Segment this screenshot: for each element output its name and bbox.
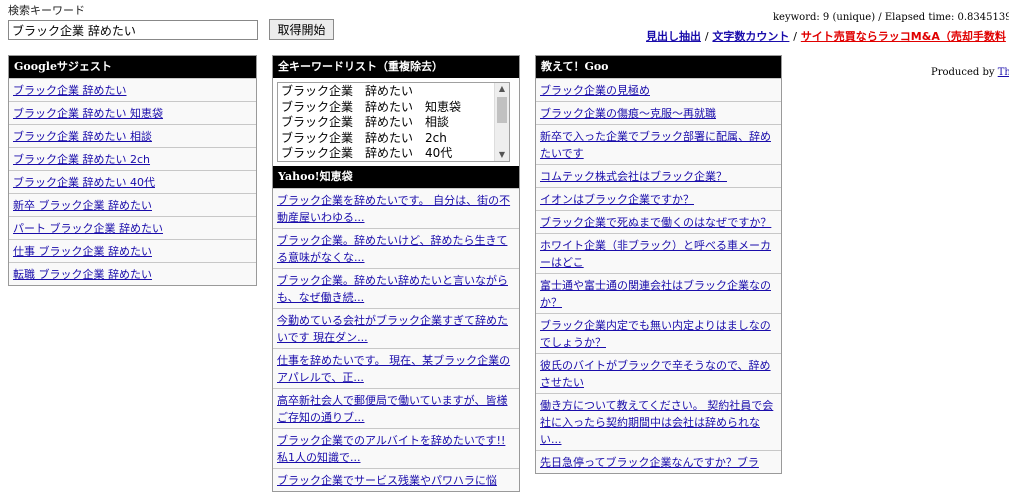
keyword-line: ブラック企業 辞めたい 40代 bbox=[281, 146, 453, 160]
result-link[interactable]: 先日急停ってブラック企業なんですか？ブラ bbox=[540, 456, 759, 469]
tool-links: 見出し抽出 / 文字数カウント / サイト売買ならラッコM&A（売却手数料 bbox=[646, 28, 1006, 44]
result-link[interactable]: ブラック企業で死ぬまで働くのはなぜですか？ bbox=[540, 216, 771, 229]
keyword-line: ブラック企業 辞めたい 2ch bbox=[281, 130, 447, 145]
result-link[interactable]: ブラック企業 辞めたい 2ch bbox=[13, 153, 150, 166]
list-item: 先日急停ってブラック企業なんですか？ブラ bbox=[536, 450, 781, 473]
scroll-thumb[interactable] bbox=[497, 97, 507, 123]
producer-link[interactable]: Thi bbox=[998, 67, 1009, 78]
elapsed-stats: keyword: 9 (unique) / Elapsed time: 0.83… bbox=[773, 12, 1009, 23]
rakko-ma-link[interactable]: サイト売買ならラッコM&A（売却手数料 bbox=[801, 30, 1006, 43]
list-item: ブラック企業を辞めたいです。 自分は、街の不動産屋いわゆる... bbox=[273, 188, 519, 228]
result-link[interactable]: イオンはブラック企業ですか？ bbox=[540, 193, 694, 206]
result-link[interactable]: 転職 ブラック企業 辞めたい bbox=[13, 268, 152, 281]
list-item: ブラック企業で死ぬまで働くのはなぜですか？ bbox=[536, 210, 781, 233]
result-link[interactable]: ブラック企業を辞めたいです。 自分は、街の不動産屋いわゆる... bbox=[277, 194, 510, 224]
list-item: ブラック企業内定でも無い内定よりはましなのでしょうか？ bbox=[536, 313, 781, 353]
list-item: ブラック企業 辞めたい 40代 bbox=[9, 170, 256, 193]
list-item: 高卒新社会人で郵便局で働いていますが、皆様ご存知の通りブ... bbox=[273, 388, 519, 428]
result-link[interactable]: ブラック企業 辞めたい 40代 bbox=[13, 176, 155, 189]
result-link[interactable]: ブラック企業 辞めたい 知恵袋 bbox=[13, 107, 163, 120]
google-suggest-panel: Googleサジェスト ブラック企業 辞めたいブラック企業 辞めたい 知恵袋 ブラ… bbox=[8, 55, 257, 286]
result-link[interactable]: コムテック株式会社はブラック企業？ bbox=[540, 170, 727, 183]
result-link[interactable]: 仕事を辞めたいです。 現在、某ブラック企業のアパレルで、正... bbox=[277, 354, 510, 384]
list-item: 働き方について教えてください。 契約社員で会社に入ったら契約期間中は会社は辞めら… bbox=[536, 393, 781, 450]
list-item: 仕事を辞めたいです。 現在、某ブラック企業のアパレルで、正... bbox=[273, 348, 519, 388]
panel-title: Googleサジェスト bbox=[9, 56, 256, 78]
charcount-link[interactable]: 文字数カウント bbox=[712, 30, 789, 43]
list-item: ブラック企業。辞めたい辞めたいと言いながらも、なぜ働き続... bbox=[273, 268, 519, 308]
result-link[interactable]: パート ブラック企業 辞めたい bbox=[13, 222, 163, 235]
keyword-line: ブラック企業 辞めたい 相談 bbox=[281, 115, 450, 129]
result-link[interactable]: ブラック企業の傷痕〜克服〜再就職 bbox=[540, 107, 716, 120]
scroll-down-icon[interactable]: ▼ bbox=[495, 149, 509, 161]
result-link[interactable]: 今勤めている会社がブラック企業すぎて辞めたいです 現在ダン... bbox=[277, 314, 508, 344]
result-link[interactable]: ブラック企業でのアルバイトを辞めたいです!! 私1人の知識で... bbox=[277, 434, 505, 464]
produced-by-label: Produced by bbox=[931, 67, 998, 78]
scroll-up-icon[interactable]: ▲ bbox=[495, 83, 509, 95]
keyword-textarea[interactable]: ブラック企業 辞めたい ブラック企業 辞めたい 知恵袋 ブラック企業 辞めたい 相談… bbox=[277, 82, 510, 162]
list-item: パート ブラック企業 辞めたい bbox=[9, 216, 256, 239]
panel-title: 教えて！Goo bbox=[536, 56, 781, 78]
keyword-line: ブラック企業 辞めたい bbox=[281, 84, 414, 98]
result-link[interactable]: 働き方について教えてください。 契約社員で会社に入ったら契約期間中は会社は辞めら… bbox=[540, 399, 773, 446]
produced-by: Produced by Thi bbox=[931, 67, 1009, 78]
result-link[interactable]: ブラック企業 辞めたい 相談 bbox=[13, 130, 152, 143]
result-link[interactable]: ブラック企業 辞めたい bbox=[13, 84, 127, 97]
link-separator: / bbox=[704, 30, 709, 43]
result-link[interactable]: ブラック企業でサービス残業やパワハラに悩 bbox=[277, 474, 497, 487]
result-link[interactable]: 富士通や富士通の関連会社はブラック企業なのか？ bbox=[540, 279, 771, 309]
goo-panel: 教えて！Goo ブラック企業の見極めブラック企業の傷痕〜克服〜再就職新卒で入った… bbox=[535, 55, 782, 474]
result-link[interactable]: ブラック企業。辞めたいけど、辞めたら生きてる意味がなくな... bbox=[277, 234, 507, 264]
list-item: ブラック企業 辞めたい 知恵袋 bbox=[9, 101, 256, 124]
search-input[interactable] bbox=[8, 20, 258, 40]
panel-title: Yahoo!知恵袋 bbox=[273, 166, 519, 188]
link-separator: / bbox=[793, 30, 797, 43]
list-item: 新卒で入った企業でブラック部署に配属、辞めたいです bbox=[536, 124, 781, 164]
search-label: 検索キーワード bbox=[8, 4, 85, 17]
list-item: ブラック企業 辞めたい bbox=[9, 78, 256, 101]
list-item: 彼氏のバイトがブラックで辛そうなので、辞めさせたい bbox=[536, 353, 781, 393]
result-link[interactable]: 新卒 ブラック企業 辞めたい bbox=[13, 199, 152, 212]
result-link[interactable]: ブラック企業の見極め bbox=[540, 84, 650, 97]
result-link[interactable]: 新卒で入った企業でブラック部署に配属、辞めたいです bbox=[540, 130, 771, 160]
list-item: 仕事 ブラック企業 辞めたい bbox=[9, 239, 256, 262]
result-link[interactable]: 仕事 ブラック企業 辞めたい bbox=[13, 245, 152, 258]
result-link[interactable]: ブラック企業内定でも無い内定よりはましなのでしょうか？ bbox=[540, 319, 771, 349]
list-item: コムテック株式会社はブラック企業？ bbox=[536, 164, 781, 187]
result-link[interactable]: ホワイト企業（非ブラック）と呼べる車メーカーはどこ bbox=[540, 239, 771, 269]
keyword-list-panel: 全キーワードリスト（重複除去） ブラック企業 辞めたい ブラック企業 辞めたい 知… bbox=[272, 55, 520, 492]
list-item: ブラック企業。辞めたいけど、辞めたら生きてる意味がなくな... bbox=[273, 228, 519, 268]
list-item: ブラック企業でのアルバイトを辞めたいです!! 私1人の知識で... bbox=[273, 428, 519, 468]
fetch-button[interactable]: 取得開始 bbox=[269, 19, 334, 40]
keyword-line: ブラック企業 辞めたい 知恵袋 bbox=[281, 99, 462, 114]
list-item: ブラック企業の見極め bbox=[536, 78, 781, 101]
list-item: ホワイト企業（非ブラック）と呼べる車メーカーはどこ bbox=[536, 233, 781, 273]
list-item: ブラック企業の傷痕〜克服〜再就職 bbox=[536, 101, 781, 124]
result-link[interactable]: 高卒新社会人で郵便局で働いていますが、皆様ご存知の通りブ... bbox=[277, 394, 507, 424]
textarea-scrollbar[interactable]: ▲ ▼ bbox=[494, 83, 509, 161]
list-item: 富士通や富士通の関連会社はブラック企業なのか？ bbox=[536, 273, 781, 313]
result-link[interactable]: ブラック企業。辞めたい辞めたいと言いながらも、なぜ働き続... bbox=[277, 274, 508, 304]
list-item: 今勤めている会社がブラック企業すぎて辞めたいです 現在ダン... bbox=[273, 308, 519, 348]
list-item: イオンはブラック企業ですか？ bbox=[536, 187, 781, 210]
list-item: 転職 ブラック企業 辞めたい bbox=[9, 262, 256, 285]
headings-link[interactable]: 見出し抽出 bbox=[646, 30, 701, 43]
list-item: ブラック企業 辞めたい 相談 bbox=[9, 124, 256, 147]
list-item: ブラック企業 辞めたい 2ch bbox=[9, 147, 256, 170]
result-link[interactable]: 彼氏のバイトがブラックで辛そうなので、辞めさせたい bbox=[540, 359, 771, 389]
panel-title: 全キーワードリスト（重複除去） bbox=[273, 56, 519, 78]
list-item: 新卒 ブラック企業 辞めたい bbox=[9, 193, 256, 216]
